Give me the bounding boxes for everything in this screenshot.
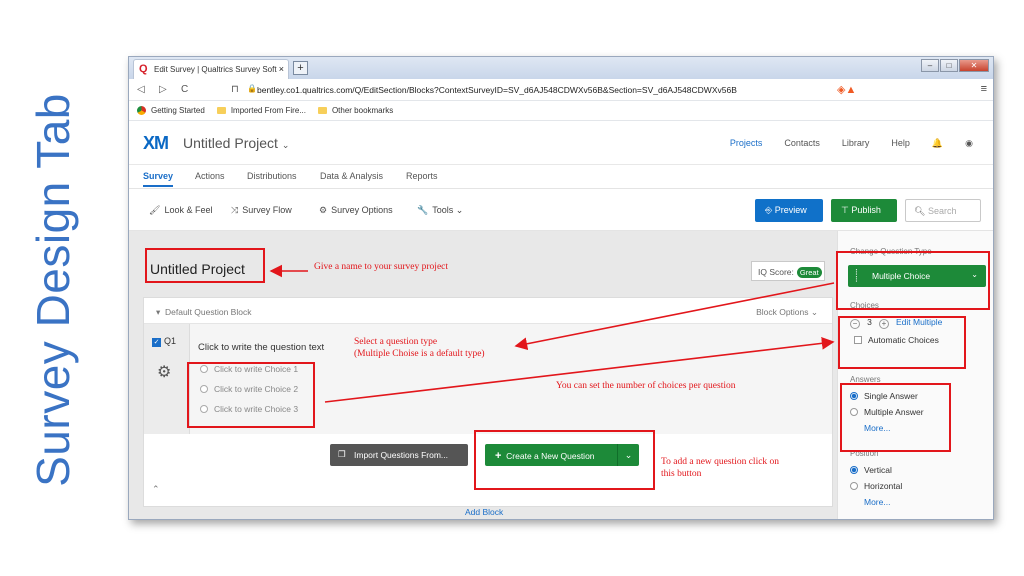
search-icon: 🔍︎ bbox=[914, 206, 928, 216]
tab-data-analysis[interactable]: Data & Analysis bbox=[320, 171, 383, 181]
top-nav: Projects Contacts Library Help 🔔 ◉ bbox=[708, 138, 973, 149]
search-input[interactable]: 🔍︎ Search bbox=[905, 199, 981, 222]
minimize-icon[interactable]: – bbox=[921, 59, 939, 72]
look-feel-button[interactable]: 🖌 Look & Feel bbox=[149, 205, 212, 216]
project-name-dropdown[interactable]: Untitled Project ⌄ bbox=[183, 135, 289, 151]
chevron-down-icon: ⌄ bbox=[455, 205, 464, 215]
chrome-icon bbox=[137, 106, 146, 115]
nav-projects[interactable]: Projects bbox=[730, 138, 763, 149]
collapse-icon[interactable]: ⌃ bbox=[152, 484, 160, 495]
block-name[interactable]: ▾ Default Question Block bbox=[156, 307, 251, 318]
close-window-icon[interactable]: ✕ bbox=[959, 59, 989, 72]
preview-button[interactable]: ⎆ Preview bbox=[755, 199, 823, 222]
vertical-radio[interactable]: Vertical bbox=[850, 465, 892, 475]
add-block-link[interactable]: Add Block bbox=[465, 507, 503, 517]
annotation-name-hint: Give a name to your survey project bbox=[314, 262, 449, 272]
nav-library[interactable]: Library bbox=[842, 138, 870, 149]
highlight-choices-panel bbox=[838, 316, 966, 369]
back-icon[interactable]: ◁ bbox=[137, 84, 145, 95]
question-text[interactable]: Click to write the question text bbox=[198, 342, 324, 353]
window-controls: – □ ✕ bbox=[920, 59, 989, 72]
brave-shield-icon[interactable]: ◈▲ bbox=[837, 83, 856, 96]
app-header: XM Untitled Project ⌄ Projects Contacts … bbox=[129, 121, 993, 165]
user-icon[interactable]: ◉ bbox=[965, 138, 973, 149]
survey-flow-button[interactable]: ⤨ Survey Flow bbox=[231, 205, 292, 216]
annotation-new-question-hint: To add a new question click on this butto… bbox=[661, 457, 780, 479]
close-tab-icon[interactable]: × bbox=[279, 64, 284, 74]
tab-reports[interactable]: Reports bbox=[406, 171, 438, 181]
flow-icon: ⤨ bbox=[231, 205, 239, 215]
publish-icon: ⊤ bbox=[841, 205, 852, 215]
browser-tab[interactable]: Q Edit Survey | Qualtrics Survey Soft × bbox=[133, 59, 289, 79]
radio-icon bbox=[850, 466, 858, 474]
new-tab-button[interactable]: + bbox=[293, 61, 308, 75]
block-options-dropdown[interactable]: Block Options ⌄ bbox=[756, 307, 818, 318]
reload-icon[interactable]: C bbox=[181, 84, 188, 95]
nav-contacts[interactable]: Contacts bbox=[784, 138, 820, 149]
iq-score-badge[interactable]: IQ Score: Great bbox=[751, 261, 825, 281]
annotation-choices-hint: You can set the number of choices per qu… bbox=[556, 381, 736, 391]
question-side: ✓ Q1 ⚙ bbox=[144, 324, 190, 434]
copy-icon: ❐ bbox=[338, 449, 346, 459]
horizontal-radio[interactable]: Horizontal bbox=[850, 481, 902, 491]
url-field[interactable]: bentley.co1.qualtrics.com/Q/EditSection/… bbox=[257, 85, 737, 95]
question-select-checkbox[interactable]: ✓ Q1 bbox=[152, 336, 176, 347]
tab-actions[interactable]: Actions bbox=[195, 171, 225, 181]
menu-icon[interactable]: ≡ bbox=[981, 83, 987, 95]
highlight-answers bbox=[840, 383, 951, 452]
qualtrics-favicon-icon: Q bbox=[139, 63, 148, 75]
tools-button[interactable]: 🔧 Tools ⌄ bbox=[417, 205, 463, 216]
preview-icon: ⎆ bbox=[765, 205, 775, 215]
gear-icon: ⚙ bbox=[319, 205, 328, 215]
project-tabs: Survey Actions Distributions Data & Anal… bbox=[129, 165, 993, 189]
question-gear-icon[interactable]: ⚙ bbox=[157, 362, 171, 382]
brush-icon: 🖌 bbox=[149, 205, 161, 215]
publish-button[interactable]: ⊤ Publish bbox=[831, 199, 897, 222]
tab-distributions[interactable]: Distributions bbox=[247, 171, 297, 181]
radio-icon bbox=[850, 482, 858, 490]
bookmark-getting-started[interactable]: Getting Started bbox=[137, 106, 205, 115]
wrench-icon: 🔧 bbox=[417, 205, 429, 215]
folder-icon bbox=[317, 107, 327, 114]
slide: Survey Design Tab Q Edit Survey | Qualtr… bbox=[0, 0, 1024, 576]
bookmark-other[interactable]: Other bookmarks bbox=[317, 106, 393, 115]
import-questions-button[interactable]: ❐ Import Questions From... bbox=[330, 444, 468, 466]
highlight-question-type bbox=[836, 251, 990, 310]
highlight-title bbox=[145, 248, 265, 283]
tab-title: Edit Survey | Qualtrics Survey Soft bbox=[154, 65, 277, 74]
maximize-icon[interactable]: □ bbox=[940, 59, 958, 72]
slide-title-text: Survey Design Tab bbox=[27, 93, 79, 487]
survey-toolbar: 🖌 Look & Feel ⤨ Survey Flow ⚙ Survey Option… bbox=[129, 189, 993, 231]
tab-survey[interactable]: Survey bbox=[143, 171, 174, 187]
bookmark-icon[interactable]: ⊓ bbox=[231, 84, 239, 95]
bookmarks-bar: Getting Started Imported From Fire... Ot… bbox=[129, 101, 993, 121]
highlight-choices bbox=[187, 362, 315, 428]
position-more-link[interactable]: More... bbox=[864, 497, 890, 507]
check-icon: ✓ bbox=[152, 338, 161, 347]
folder-icon bbox=[216, 107, 226, 114]
xm-logo[interactable]: XM bbox=[143, 133, 169, 154]
block-header: ▾ Default Question Block Block Options ⌄ bbox=[144, 298, 832, 324]
bell-icon[interactable]: 🔔 bbox=[932, 138, 943, 149]
forward-icon[interactable]: ▷ bbox=[159, 84, 167, 95]
address-bar: ◁ ▷ C ⊓ 🔒 bentley.co1.qualtrics.com/Q/Ed… bbox=[129, 79, 993, 101]
survey-options-button[interactable]: ⚙ Survey Options bbox=[319, 205, 393, 216]
lock-icon[interactable]: 🔒 bbox=[247, 84, 257, 93]
bookmark-imported[interactable]: Imported From Fire... bbox=[216, 106, 306, 115]
nav-help[interactable]: Help bbox=[891, 138, 910, 149]
chevron-down-icon: ⌄ bbox=[281, 140, 290, 150]
annotation-type-hint: Select a question type (Multiple Choise i… bbox=[354, 337, 485, 359]
slide-title: Survey Design Tab bbox=[18, 70, 88, 510]
tab-bar: Q Edit Survey | Qualtrics Survey Soft × … bbox=[129, 57, 993, 79]
highlight-create-button bbox=[474, 430, 655, 490]
